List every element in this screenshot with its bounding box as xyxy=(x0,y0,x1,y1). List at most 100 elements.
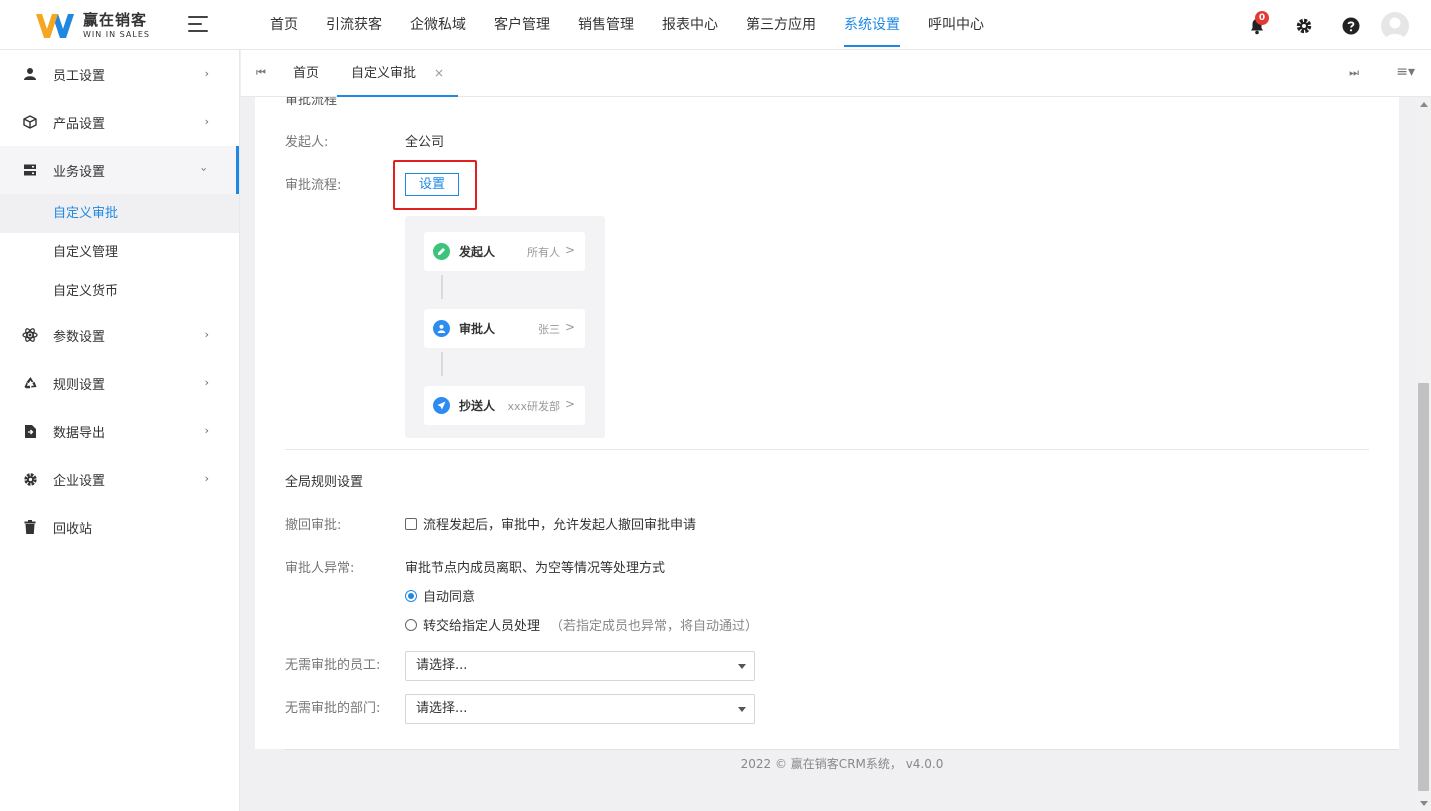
brand-logo[interactable]: 赢在销客 WIN IN SALES xyxy=(35,11,150,41)
flow-node-cc[interactable]: 抄送人 xxx研发部 > xyxy=(424,386,585,425)
tabs-menu-icon[interactable]: ≡▾ xyxy=(1396,64,1415,80)
file-export-icon xyxy=(22,423,38,439)
sidebar-item-parameter-settings[interactable]: 参数设置 › xyxy=(0,311,239,359)
withdraw-option[interactable]: 流程发起后，审批中，允许发起人撤回审批申请 xyxy=(405,514,696,533)
sidebar-subitem-custom-approval[interactable]: 自定义审批 xyxy=(0,194,239,233)
initiator-label: 发起人: xyxy=(285,135,329,150)
top-nav: 首页 引流获客 企微私域 客户管理 销售管理 报表中心 第三方应用 系统设置 呼… xyxy=(256,0,998,50)
sidebar-item-business-settings[interactable]: 业务设置 › xyxy=(0,146,239,194)
chevron-right-icon: › xyxy=(204,328,209,341)
no-approval-staff-label: 无需审批的员工: xyxy=(285,658,381,673)
logo-mark-icon xyxy=(36,14,74,38)
nav-lead-gen[interactable]: 引流获客 xyxy=(312,0,396,50)
tabs-scroll-right-icon[interactable]: ⏭ xyxy=(1349,66,1359,80)
page-scrollbar[interactable] xyxy=(1416,97,1431,811)
sidebar-item-product-settings[interactable]: 产品设置 › xyxy=(0,98,239,146)
global-rules-title: 全局规则设置 xyxy=(285,475,364,490)
flow-node-initiator[interactable]: 发起人 所有人 > xyxy=(424,232,585,271)
nav-wecom[interactable]: 企微私域 xyxy=(396,0,480,50)
nav-call-center[interactable]: 呼叫中心 xyxy=(914,0,998,50)
user-icon xyxy=(433,320,450,337)
no-approval-dept-select[interactable]: 请选择... xyxy=(405,694,755,724)
dark-mode-icon[interactable] xyxy=(1198,13,1222,39)
sidebar-item-label: 员工设置 xyxy=(53,68,106,84)
top-header: 赢在销客 WIN IN SALES 首页 引流获客 企微私域 客户管理 销售管理… xyxy=(0,0,1431,50)
nav-system-settings[interactable]: 系统设置 xyxy=(830,0,914,50)
brand-name: 赢在销客 xyxy=(83,11,148,29)
chevron-right-icon: > xyxy=(564,397,575,411)
approval-flow-label: 审批流程: xyxy=(285,178,342,193)
chevron-down-icon xyxy=(738,707,746,712)
tab-custom-approval[interactable]: 自定义审批 × xyxy=(337,50,459,97)
user-avatar[interactable] xyxy=(1381,12,1409,40)
notification-badge: 0 xyxy=(1255,11,1269,25)
chevron-right-icon: > xyxy=(564,320,575,334)
atom-icon xyxy=(22,327,38,343)
withdraw-label: 撤回审批: xyxy=(285,518,342,533)
flow-node-approver[interactable]: 审批人 张三 > xyxy=(424,309,585,348)
recycle-icon xyxy=(22,375,38,391)
chevron-down-icon: › xyxy=(197,167,211,172)
nav-sales[interactable]: 销售管理 xyxy=(564,0,648,50)
scroll-down-icon[interactable] xyxy=(1420,801,1428,806)
scroll-thumb[interactable] xyxy=(1418,383,1429,791)
edit-icon xyxy=(433,243,450,260)
section-divider xyxy=(285,449,1369,450)
chevron-right-icon: > xyxy=(564,243,575,257)
menu-toggle-icon[interactable] xyxy=(188,16,208,32)
tabs-bar: ⏮ 首页 自定义审批 × ⏭ ≡▾ xyxy=(241,50,1431,97)
chevron-right-icon: › xyxy=(204,472,209,485)
settings-gear-icon[interactable] xyxy=(1292,13,1316,39)
sidebar-item-label: 企业设置 xyxy=(53,473,106,489)
chevron-down-icon xyxy=(738,664,746,669)
sidebar-item-data-export[interactable]: 数据导出 › xyxy=(0,407,239,455)
footer: 2022 © 赢在销客CRM系统， v4.0.0 xyxy=(285,749,1399,779)
chevron-right-icon: › xyxy=(204,424,209,437)
sidebar-item-label: 数据导出 xyxy=(53,425,106,441)
user-icon xyxy=(22,66,38,82)
sidebar-item-label: 规则设置 xyxy=(53,377,106,393)
gear-icon xyxy=(22,471,38,487)
approval-flow-preview: 发起人 所有人 > 审批人 张三 > 抄送人 xxx研发部 > xyxy=(405,216,605,438)
brand-slogan: WIN IN SALES xyxy=(83,30,150,39)
no-approval-staff-select[interactable]: 请选择... xyxy=(405,651,755,681)
nav-home[interactable]: 首页 xyxy=(256,0,312,50)
tab-label: 自定义审批 xyxy=(351,66,417,81)
notification-bell-icon[interactable]: 0 xyxy=(1245,11,1269,39)
nav-customers[interactable]: 客户管理 xyxy=(480,0,564,50)
trash-icon xyxy=(22,519,38,535)
sidebar-item-staff-settings[interactable]: 员工设置 › xyxy=(0,50,239,98)
scroll-up-icon[interactable] xyxy=(1420,102,1428,107)
sidebar-item-recycle-bin[interactable]: 回收站 xyxy=(0,503,239,551)
sidebar-subitem-custom-management[interactable]: 自定义管理 xyxy=(0,233,239,272)
chevron-right-icon: › xyxy=(204,67,209,80)
withdraw-checkbox[interactable] xyxy=(405,518,417,530)
sidebar-item-label: 回收站 xyxy=(53,521,93,537)
sidebar-item-label: 参数设置 xyxy=(53,329,106,345)
server-icon xyxy=(22,162,38,178)
sidebar-subitem-custom-currency[interactable]: 自定义货币 xyxy=(0,272,239,311)
auto-approve-radio[interactable] xyxy=(405,590,417,602)
help-icon[interactable] xyxy=(1339,13,1363,39)
approver-exception-label: 审批人异常: xyxy=(285,561,355,576)
highlight-box xyxy=(393,160,477,210)
cube-icon xyxy=(22,114,38,130)
close-icon[interactable]: × xyxy=(434,66,444,80)
tab-home[interactable]: 首页 xyxy=(293,50,319,97)
sidebar-item-label: 业务设置 xyxy=(53,164,106,180)
initiator-value: 全公司 xyxy=(405,135,445,150)
sidebar: 员工设置 › 产品设置 › 业务设置 › 自定义审批 自定义管理 自定义货币 参… xyxy=(0,50,240,811)
tabs-scroll-left-icon[interactable]: ⏮ xyxy=(256,66,266,80)
sidebar-item-rule-settings[interactable]: 规则设置 › xyxy=(0,359,239,407)
chevron-right-icon: › xyxy=(204,376,209,389)
no-approval-dept-label: 无需审批的部门: xyxy=(285,701,381,716)
nav-reports[interactable]: 报表中心 xyxy=(648,0,732,50)
sidebar-item-label: 产品设置 xyxy=(53,116,106,132)
nav-third-party[interactable]: 第三方应用 xyxy=(732,0,830,50)
send-icon xyxy=(433,397,450,414)
transfer-radio[interactable] xyxy=(405,619,417,631)
option-auto-approve[interactable]: 自动同意 xyxy=(405,586,475,605)
approval-flow-section-title: 审批流程 xyxy=(285,97,338,108)
option-transfer[interactable]: 转交给指定人员处理 （若指定成员也异常，将自动通过） xyxy=(405,615,758,634)
sidebar-item-company-settings[interactable]: 企业设置 › xyxy=(0,455,239,503)
